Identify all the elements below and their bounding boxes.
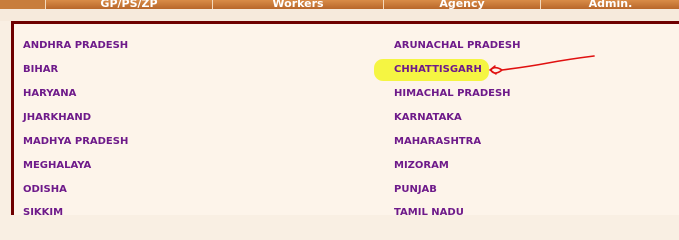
state-link-arunachal-pradesh[interactable]: ARUNACHAL PRADESH bbox=[394, 40, 520, 51]
tab-label: Admin. bbox=[588, 0, 633, 9]
nav-spacer-band bbox=[0, 9, 679, 21]
top-navigation-bar: GP/PS/ZP Workers Agency Admin. bbox=[0, 0, 679, 9]
tab-label: GP/PS/ZP bbox=[100, 0, 158, 9]
tab-admin[interactable]: Admin. bbox=[540, 0, 679, 9]
state-link-himachal-pradesh[interactable]: HIMACHAL PRADESH bbox=[394, 88, 511, 99]
tab-gp-ps-zp[interactable]: GP/PS/ZP bbox=[45, 0, 212, 9]
red-arrow-icon bbox=[488, 55, 595, 75]
tab-label: Agency bbox=[439, 0, 485, 9]
state-link-mizoram[interactable]: MIZORAM bbox=[394, 160, 449, 171]
state-link-madhya-pradesh[interactable]: MADHYA PRADESH bbox=[23, 136, 128, 147]
state-link-jharkhand[interactable]: JHARKHAND bbox=[23, 112, 91, 123]
state-link-tamil-nadu[interactable]: TAMIL NADU bbox=[394, 207, 464, 218]
state-link-sikkim[interactable]: SIKKIM bbox=[23, 207, 63, 218]
state-link-chhattisgarh[interactable]: CHHATTISGARH bbox=[394, 64, 482, 75]
tab-workers[interactable]: Workers bbox=[212, 0, 383, 9]
state-link-maharashtra[interactable]: MAHARASHTRA bbox=[394, 136, 481, 147]
tab-agency[interactable]: Agency bbox=[383, 0, 540, 9]
state-link-bihar[interactable]: BIHAR bbox=[23, 64, 58, 75]
state-link-odisha[interactable]: ODISHA bbox=[23, 184, 67, 195]
state-link-andhra-pradesh[interactable]: ANDHRA PRADESH bbox=[23, 40, 128, 51]
state-link-karnataka[interactable]: KARNATAKA bbox=[394, 112, 462, 123]
state-link-meghalaya[interactable]: MEGHALAYA bbox=[23, 160, 91, 171]
state-link-haryana[interactable]: HARYANA bbox=[23, 88, 76, 99]
tab-label: Workers bbox=[272, 0, 324, 9]
state-link-punjab[interactable]: PUNJAB bbox=[394, 184, 437, 195]
